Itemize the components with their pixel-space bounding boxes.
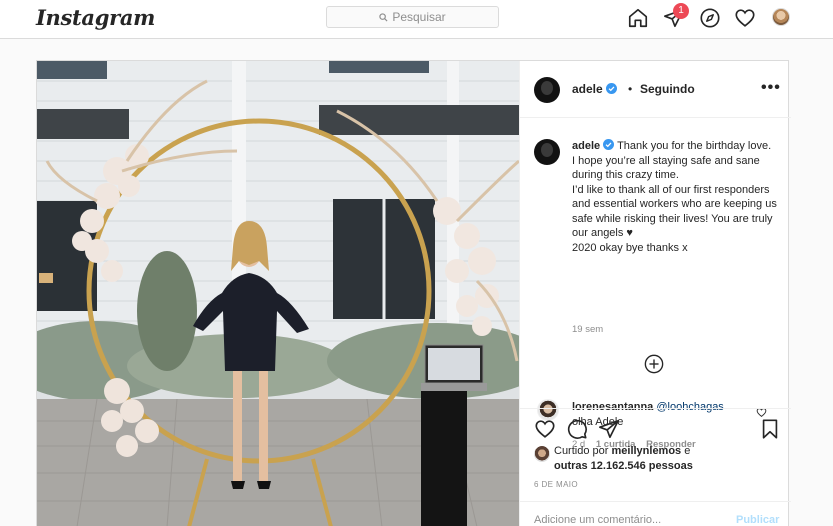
home-icon[interactable] bbox=[627, 7, 649, 29]
caption-avatar[interactable] bbox=[534, 139, 560, 165]
save-bookmark-icon[interactable] bbox=[759, 418, 781, 440]
likes-count-link[interactable]: outras 12.162.546 pessoas bbox=[554, 460, 693, 472]
likes-connector: e bbox=[684, 445, 691, 457]
instagram-logo[interactable]: Instagram bbox=[36, 5, 155, 30]
post-date[interactable]: 6 DE MAIO bbox=[534, 480, 578, 489]
top-navigation-bar: Instagram Pesquisar 1 bbox=[0, 0, 833, 39]
explore-icon[interactable] bbox=[699, 7, 721, 29]
likes-prefix: Curtido por bbox=[554, 445, 609, 457]
post-image-illustration bbox=[37, 61, 519, 526]
caption-timestamp[interactable]: 19 sem bbox=[572, 324, 603, 335]
post-actions-bar bbox=[520, 408, 791, 448]
author-avatar[interactable] bbox=[534, 77, 560, 103]
like-heart-icon[interactable] bbox=[534, 418, 556, 440]
post-header: adele • Seguindo ••• bbox=[520, 61, 791, 118]
liker-avatar[interactable] bbox=[534, 446, 550, 462]
notification-badge: 1 bbox=[673, 3, 689, 19]
verified-badge-icon bbox=[603, 139, 615, 150]
author-username-text[interactable]: adele bbox=[572, 82, 603, 96]
caption-username[interactable]: adele bbox=[572, 140, 600, 152]
add-comment-bar: Adicione um comentário... Publicar bbox=[520, 501, 791, 526]
share-direct-icon[interactable] bbox=[598, 418, 620, 440]
load-more-comments-icon[interactable] bbox=[644, 354, 664, 374]
search-input[interactable]: Pesquisar bbox=[326, 6, 499, 28]
liker-username[interactable]: meillynlemos bbox=[611, 445, 681, 457]
caption-line: I’d like to thank all of our first respo… bbox=[572, 183, 777, 240]
comments-section: adele Thank you for the birthday love. I… bbox=[520, 118, 791, 450]
post-side-panel: adele • Seguindo ••• adele Thank you for… bbox=[519, 61, 791, 526]
search-placeholder: Pesquisar bbox=[392, 10, 446, 24]
activity-heart-icon[interactable] bbox=[734, 7, 756, 29]
comment-bubble-icon[interactable] bbox=[566, 418, 588, 440]
search-icon bbox=[379, 12, 388, 22]
post-caption: adele Thank you for the birthday love. I… bbox=[572, 139, 777, 255]
author-username[interactable]: adele bbox=[572, 82, 618, 96]
profile-avatar[interactable] bbox=[772, 8, 790, 26]
post-card: adele • Seguindo ••• adele Thank you for… bbox=[36, 60, 791, 526]
likes-text: Curtido por meillynlemos e outras 12.162… bbox=[554, 444, 774, 474]
verified-badge-icon bbox=[606, 83, 618, 94]
caption-line: 2020 okay bye thanks x bbox=[572, 241, 688, 254]
post-photo[interactable] bbox=[37, 61, 519, 526]
separator-dot: • bbox=[628, 82, 633, 96]
caption-line: Thank you for the birthday love. I hope … bbox=[572, 140, 772, 181]
publish-button[interactable]: Publicar bbox=[736, 514, 779, 526]
more-options-icon[interactable]: ••• bbox=[761, 79, 781, 97]
following-button[interactable]: Seguindo bbox=[640, 82, 695, 96]
add-comment-input[interactable]: Adicione um comentário... bbox=[534, 514, 661, 526]
